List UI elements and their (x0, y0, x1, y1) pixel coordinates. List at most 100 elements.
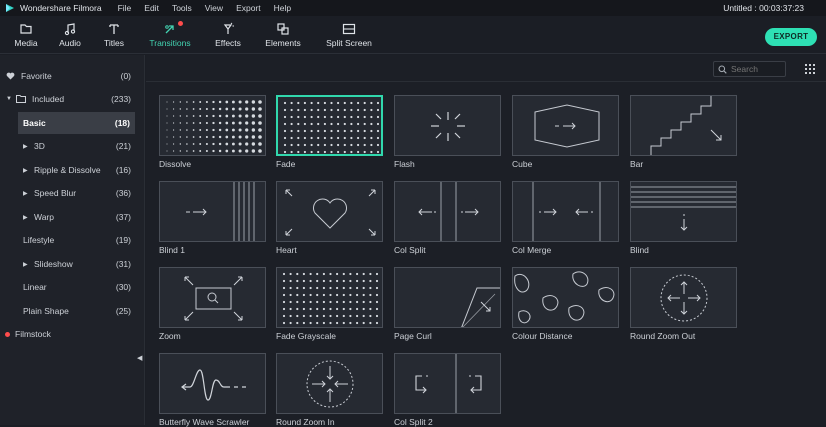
pattern-dot (376, 150, 380, 154)
sidebar-item-warp[interactable]: ▶ Warp (37) (0, 206, 145, 228)
dissolve-thumbnail (159, 95, 266, 156)
pattern-dot (231, 128, 235, 132)
sidebar-item-label: Favorite (21, 71, 52, 81)
transition-card[interactable]: Colour Distance (512, 267, 619, 341)
pattern-dot (369, 300, 372, 304)
sidebar-item-filmstock[interactable]: Filmstock (0, 323, 145, 345)
pattern-dot (186, 143, 188, 145)
transition-card[interactable]: Flash (394, 95, 501, 169)
pattern-dot (343, 150, 346, 154)
pattern-dot (370, 129, 373, 133)
transition-card[interactable]: Round Zoom Out (630, 267, 737, 341)
transition-card[interactable]: Dissolve (159, 95, 266, 169)
search-input[interactable] (731, 64, 783, 74)
transition-card[interactable]: Fade (276, 95, 383, 169)
sidebar-item-ripple-dissolve[interactable]: ▶ Ripple & Dissolve (16) (0, 159, 145, 181)
pattern-dot (303, 143, 306, 147)
sidebar-item-label: Slideshow (34, 259, 73, 269)
pattern-dot (316, 286, 319, 290)
transition-card[interactable]: Cube (512, 95, 619, 169)
pattern-dot (322, 300, 325, 304)
pattern-dot (343, 115, 346, 119)
sidebar-item-basic[interactable]: Basic (18) (18, 112, 135, 134)
transition-card[interactable]: Fade Grayscale (276, 267, 383, 341)
category-sidebar: Favorite (0) ▼ Included (233) Basic (18)… (0, 55, 145, 425)
tab-transitions[interactable]: Transitions (143, 21, 197, 48)
tab-split-screen[interactable]: Split Screen (322, 22, 376, 48)
pattern-dot (322, 272, 325, 276)
collapsed-arrow-icon[interactable]: ▶ (23, 214, 28, 221)
pattern-dot (282, 314, 286, 318)
pattern-dot (362, 307, 365, 311)
grid-view-icon[interactable] (805, 64, 815, 74)
pattern-dot (323, 108, 326, 112)
pattern-dot (283, 122, 287, 126)
transition-card[interactable]: Heart (276, 181, 383, 255)
menu-tools[interactable]: Tools (172, 3, 192, 13)
menu-help[interactable]: Help (274, 3, 291, 13)
pattern-dot (258, 135, 262, 139)
pattern-dot (289, 300, 292, 304)
transition-card[interactable]: Col Split (394, 181, 501, 255)
transition-card[interactable]: Col Merge (512, 181, 619, 255)
sidebar-item-plain-shape[interactable]: Plain Shape (25) (0, 300, 145, 322)
pattern-dot (290, 136, 293, 140)
expanded-arrow-icon[interactable]: ▼ (6, 96, 12, 102)
cube-thumbnail (512, 95, 619, 156)
transition-card[interactable]: Round Zoom In (276, 353, 383, 427)
menu-file[interactable]: File (118, 3, 132, 13)
tab-elements[interactable]: Elements (263, 22, 303, 48)
sidebar-item-speed-blur[interactable]: ▶ Speed Blur (36) (0, 182, 145, 204)
transition-card[interactable]: Blind (630, 181, 737, 255)
collapse-sidebar-icon[interactable]: ◀ (137, 354, 142, 362)
pattern-dot (192, 108, 195, 110)
collapsed-arrow-icon[interactable]: ▶ (23, 190, 28, 197)
pattern-dot (370, 136, 373, 140)
menu-edit[interactable]: Edit (144, 3, 159, 13)
pattern-dot (282, 286, 286, 290)
transition-card[interactable]: Butterfly Wave Scrawler (159, 353, 266, 427)
sidebar-item-favorite[interactable]: Favorite (0) (0, 65, 145, 87)
sidebar-item-linear[interactable]: Linear (30) (0, 276, 145, 298)
collapsed-arrow-icon[interactable]: ▶ (23, 167, 28, 174)
pattern-dot (186, 108, 188, 110)
pattern-dot (369, 314, 372, 318)
pattern-dot (350, 150, 353, 154)
sidebar-item-slideshow[interactable]: ▶ Slideshow (31) (0, 253, 145, 275)
pattern-dot (166, 129, 168, 131)
export-button[interactable]: EXPORT (765, 28, 817, 46)
pattern-dot (231, 100, 235, 104)
pattern-dot (296, 300, 299, 304)
tab-effects[interactable]: Effects (213, 22, 243, 48)
pattern-dot (362, 321, 365, 325)
pattern-dot (316, 307, 319, 311)
tab-audio[interactable]: Audio (56, 22, 84, 48)
transition-card[interactable]: Col Split 2 (394, 353, 501, 427)
tab-media[interactable]: Media (11, 22, 41, 48)
pattern-dot (309, 286, 312, 290)
search-box[interactable] (713, 61, 786, 77)
pattern-dot (375, 279, 379, 283)
menu-export[interactable]: Export (236, 3, 261, 13)
transition-card[interactable]: Blind 1 (159, 181, 266, 255)
staircase-icon (650, 96, 722, 155)
transition-card[interactable]: Zoom (159, 267, 266, 341)
sidebar-item-label: Speed Blur (34, 188, 77, 198)
sidebar-item-included[interactable]: ▼ Included (233) (0, 88, 145, 110)
pattern-dot (231, 135, 235, 139)
pattern-dot (282, 293, 286, 297)
tab-titles[interactable]: Titles (100, 22, 128, 48)
transition-card[interactable]: Page Curl (394, 267, 501, 341)
collapsed-arrow-icon[interactable]: ▶ (23, 261, 28, 268)
pattern-dot (179, 115, 181, 117)
collapsed-arrow-icon[interactable]: ▶ (23, 143, 28, 150)
pattern-dot (297, 101, 300, 105)
pattern-dot (296, 314, 299, 318)
sidebar-item-lifestyle[interactable]: Lifestyle (19) (0, 229, 145, 251)
pattern-dot (296, 321, 299, 325)
pattern-dot (297, 143, 300, 147)
pattern-dot (350, 136, 353, 140)
transition-card[interactable]: Bar (630, 95, 737, 169)
sidebar-item-3d[interactable]: ▶ 3D (21) (0, 135, 145, 157)
menu-view[interactable]: View (205, 3, 223, 13)
